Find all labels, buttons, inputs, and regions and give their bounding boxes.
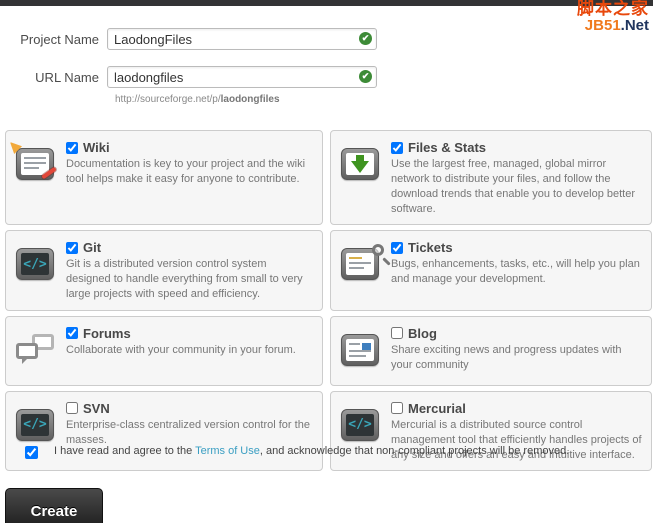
git-checkbox[interactable] xyxy=(66,242,78,254)
clipboard-magnifier-icon xyxy=(341,248,383,302)
files-title: Files & Stats xyxy=(408,140,486,155)
forums-description: Collaborate with your community in your … xyxy=(66,343,314,358)
blog-checkbox[interactable] xyxy=(391,327,403,339)
terms-row: I have read and agree to the Terms of Us… xyxy=(25,445,625,459)
url-name-input-wrap: ✔ xyxy=(107,66,377,88)
watermark-chinese-text: 脚本之家 xyxy=(577,0,649,18)
tickets-description: Bugs, enhancements, tasks, etc., will he… xyxy=(391,257,643,287)
url-name-label: URL Name xyxy=(0,70,107,85)
url-preview-slug: laodongfiles xyxy=(221,94,280,105)
wiki-pencil-icon xyxy=(16,148,58,216)
feature-box-tickets: Tickets Bugs, enhancements, tasks, etc.,… xyxy=(330,230,652,311)
feature-box-forums: Forums Collaborate with your community i… xyxy=(5,316,323,386)
terms-checkbox[interactable] xyxy=(25,446,38,459)
code-icon: </> xyxy=(16,248,58,302)
create-button[interactable]: Create xyxy=(5,488,103,523)
git-description: Git is a distributed version control sys… xyxy=(66,257,314,302)
project-name-label: Project Name xyxy=(0,32,107,47)
url-name-row: URL Name ✔ xyxy=(0,66,653,88)
feature-grid: Wiki Documentation is key to your projec… xyxy=(5,130,650,471)
svn-checkbox[interactable] xyxy=(66,402,78,414)
project-name-row: Project Name ✔ xyxy=(0,28,653,50)
feature-box-blog: Blog Share exciting news and progress up… xyxy=(330,316,652,386)
files-description: Use the largest free, managed, global mi… xyxy=(391,157,643,216)
feature-box-svn: </> SVN Enterprise-class centralized ver… xyxy=(5,391,323,472)
url-preview: http://sourceforge.net/p/laodongfiles xyxy=(115,94,653,105)
watermark-site-text: JB51.Net xyxy=(577,18,649,34)
terms-text: I have read and agree to the Terms of Us… xyxy=(54,445,569,457)
feature-box-wiki: Wiki Documentation is key to your projec… xyxy=(5,130,323,225)
mercurial-title: Mercurial xyxy=(408,401,466,416)
url-name-input[interactable] xyxy=(107,66,377,88)
forums-title: Forums xyxy=(83,326,131,341)
files-checkbox[interactable] xyxy=(391,142,403,154)
wiki-title: Wiki xyxy=(83,140,110,155)
valid-check-icon: ✔ xyxy=(359,32,372,45)
wiki-checkbox[interactable] xyxy=(66,142,78,154)
mercurial-checkbox[interactable] xyxy=(391,402,403,414)
feature-box-git: </> Git Git is a distributed version con… xyxy=(5,230,323,311)
wiki-description: Documentation is key to your project and… xyxy=(66,157,314,187)
project-name-input[interactable] xyxy=(107,28,377,50)
tickets-checkbox[interactable] xyxy=(391,242,403,254)
svn-description: Enterprise-class centralized version con… xyxy=(66,418,314,448)
project-name-input-wrap: ✔ xyxy=(107,28,377,50)
forums-checkbox[interactable] xyxy=(66,327,78,339)
terms-of-use-link[interactable]: Terms of Use xyxy=(195,445,260,457)
git-title: Git xyxy=(83,240,101,255)
speech-bubbles-icon xyxy=(16,334,58,377)
download-arrow-icon xyxy=(341,148,383,216)
valid-check-icon: ✔ xyxy=(359,70,372,83)
jb51-watermark: 脚本之家 JB51.Net xyxy=(577,0,649,34)
top-bar xyxy=(0,0,653,6)
svn-title: SVN xyxy=(83,401,110,416)
blog-description: Share exciting news and progress updates… xyxy=(391,343,643,373)
blog-title: Blog xyxy=(408,326,437,341)
blog-page-icon xyxy=(341,334,383,377)
tickets-title: Tickets xyxy=(408,240,453,255)
feature-box-files: Files & Stats Use the largest free, mana… xyxy=(330,130,652,225)
project-form: Project Name ✔ URL Name ✔ http://sourcef… xyxy=(0,28,653,105)
sourceforge-create-project-page: 脚本之家 JB51.Net Project Name ✔ URL Name ✔ … xyxy=(0,0,653,523)
feature-box-mercurial: </> Mercurial Mercurial is a distributed… xyxy=(330,391,652,472)
